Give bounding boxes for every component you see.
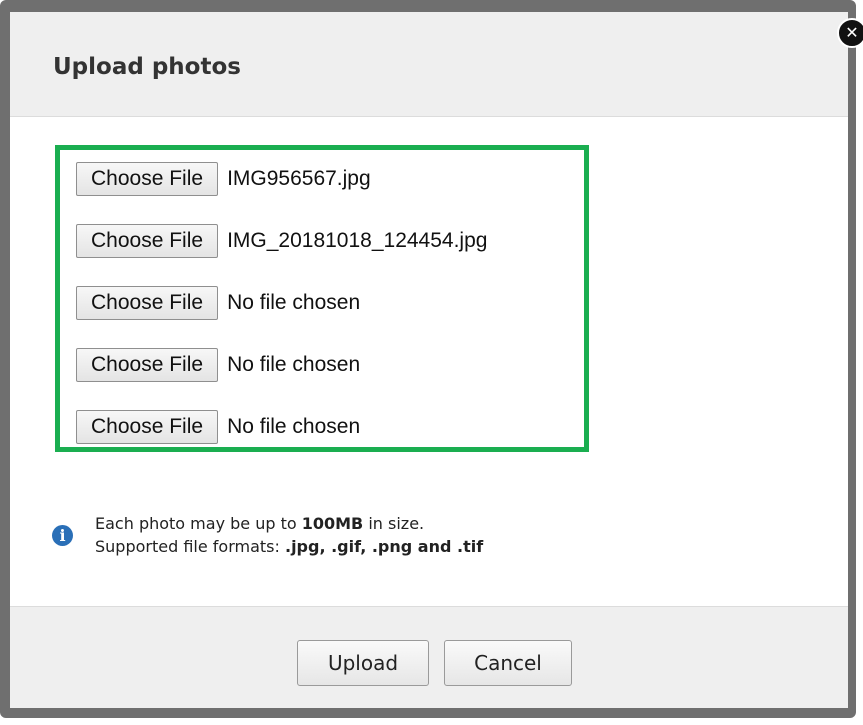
file-name-label: IMG_20181018_124454.jpg (227, 229, 488, 252)
file-name-label: No file chosen (227, 353, 361, 376)
dialog-title: Upload photos (53, 54, 241, 80)
file-input-row: Choose File No file chosen (76, 347, 360, 383)
file-input-row: Choose File No file chosen (76, 409, 360, 445)
upload-info: i Each photo may be up to 100MB in size.… (52, 512, 752, 560)
upload-dialog: Upload photos Choose File IMG956567.jpg … (10, 12, 848, 708)
file-inputs-highlight: Choose File IMG956567.jpg Choose File IM… (55, 145, 589, 452)
file-name-label: No file chosen (227, 415, 361, 438)
file-name-label: IMG956567.jpg (227, 167, 371, 190)
upload-button[interactable]: Upload (297, 640, 429, 686)
info-icon: i (52, 525, 73, 546)
dialog-footer: Upload Cancel (10, 606, 848, 708)
file-name-label: No file chosen (227, 291, 361, 314)
info-line-formats: Supported file formats: .jpg, .gif, .png… (95, 537, 484, 556)
choose-file-button[interactable]: Choose File (76, 286, 219, 320)
upload-dialog-frame: Upload photos Choose File IMG956567.jpg … (0, 0, 856, 718)
cancel-button[interactable]: Cancel (444, 640, 572, 686)
close-icon[interactable]: ✕ (837, 18, 863, 48)
choose-file-button[interactable]: Choose File (76, 348, 219, 382)
choose-file-button[interactable]: Choose File (76, 410, 219, 444)
info-text: Each photo may be up to 100MB in size. S… (95, 512, 483, 558)
dialog-header: Upload photos (10, 12, 848, 117)
file-input-row: Choose File IMG956567.jpg (76, 161, 371, 197)
file-input-row: Choose File IMG_20181018_124454.jpg (76, 223, 487, 259)
info-line-size: Each photo may be up to 100MB in size. (95, 514, 425, 533)
choose-file-button[interactable]: Choose File (76, 224, 219, 258)
file-input-row: Choose File No file chosen (76, 285, 360, 321)
choose-file-button[interactable]: Choose File (76, 162, 219, 196)
